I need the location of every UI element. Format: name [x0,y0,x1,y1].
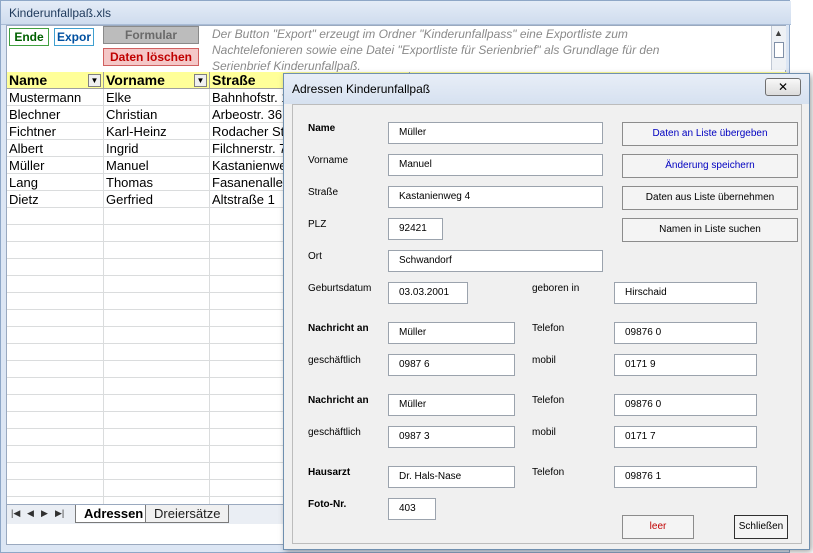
formular-button[interactable]: Formular [103,26,199,44]
label-ort: Ort [308,251,322,262]
dialog-title: Adressen Kinderunfallpaß [284,74,809,104]
column-header-name[interactable]: Name ▼ [7,72,104,89]
first-sheet-icon[interactable]: |◀ [11,508,20,519]
label-plz: PLZ [308,219,327,230]
name-field[interactable]: Müller [388,122,603,144]
label-geboren-in: geboren in [532,283,580,294]
filter-dropdown-icon[interactable]: ▼ [194,74,207,87]
hausarzt-field[interactable]: Dr. Hals-Nase [388,466,515,488]
foto-nr-field[interactable]: 403 [388,498,436,520]
label-nachricht-an-1: Nachricht an [308,323,369,334]
label-geschaeftlich-1: geschäftlich [308,355,361,366]
tab-dreiersaetze[interactable]: Dreiersätze [145,505,230,523]
vertical-scrollbar[interactable]: ▲ [771,26,786,70]
mobil-2-field[interactable]: 0171 7 [614,426,757,448]
geschaeftlich-2-field[interactable]: 0987 3 [388,426,515,448]
column-header-vorname[interactable]: Vorname ▼ [104,72,210,89]
scroll-up-icon[interactable]: ▲ [774,28,783,38]
tab-adressen[interactable]: Adressen [75,505,153,523]
daten-loeschen-button[interactable]: Daten löschen [103,48,199,66]
daten-uebergeben-button[interactable]: Daten an Liste übergeben [622,122,798,146]
filter-dropdown-icon[interactable]: ▼ [88,74,101,87]
vorname-field[interactable]: Manuel [388,154,603,176]
telefon-1-field[interactable]: 09876 0 [614,322,757,344]
geburtsdatum-field[interactable]: 03.03.2001 [388,282,468,304]
telefon-2-field[interactable]: 09876 0 [614,394,757,416]
nachricht-an-2-field[interactable]: Müller [388,394,515,416]
prev-sheet-icon[interactable]: ◀ [27,508,34,519]
label-hausarzt: Hausarzt [308,467,351,478]
namen-suchen-button[interactable]: Namen in Liste suchen [622,218,798,242]
ort-field[interactable]: Schwandorf [388,250,603,272]
label-strasse: Straße [308,187,339,198]
aenderung-speichern-button[interactable]: Änderung speichern [622,154,798,178]
label-foto-nr: Foto-Nr. [308,499,347,510]
label-telefon-3: Telefon [532,467,565,478]
telefon-3-field[interactable]: 09876 1 [614,466,757,488]
label-geburtsdatum: Geburtsdatum [308,283,372,294]
label-vorname: Vorname [308,155,349,166]
strasse-field[interactable]: Kastanienweg 4 [388,186,603,208]
label-geschaeftlich-2: geschäftlich [308,427,361,438]
dialog-form: Name Müller Vorname Manuel Straße Kastan… [292,104,802,544]
ende-button[interactable]: Ende [9,28,49,46]
label-mobil-2: mobil [532,427,556,438]
geschaeftlich-1-field[interactable]: 0987 6 [388,354,515,376]
scroll-thumb[interactable] [774,42,784,58]
mobil-1-field[interactable]: 0171 9 [614,354,757,376]
label-telefon-2: Telefon [532,395,565,406]
schliessen-button[interactable]: Schließen [734,515,788,539]
adressen-dialog: Adressen Kinderunfallpaß ✕ Name Müller V… [283,73,810,550]
daten-uebernehmen-button[interactable]: Daten aus Liste übernehmen [622,186,798,210]
export-button[interactable]: Expor [54,28,94,46]
next-sheet-icon[interactable]: ▶ [41,508,48,519]
leer-button[interactable]: leer [622,515,694,539]
label-mobil-1: mobil [532,355,556,366]
label-name: Name [308,123,336,134]
close-icon[interactable]: ✕ [765,78,801,96]
window-title: Kinderunfallpaß.xls [1,1,791,25]
nachricht-an-1-field[interactable]: Müller [388,322,515,344]
info-text: Der Button "Export" erzeugt im Ordner "K… [212,27,660,73]
last-sheet-icon[interactable]: ▶| [55,508,64,519]
label-telefon-1: Telefon [532,323,565,334]
label-nachricht-an-2: Nachricht an [308,395,369,406]
geboren-in-field[interactable]: Hirschaid [614,282,757,304]
plz-field[interactable]: 92421 [388,218,443,240]
